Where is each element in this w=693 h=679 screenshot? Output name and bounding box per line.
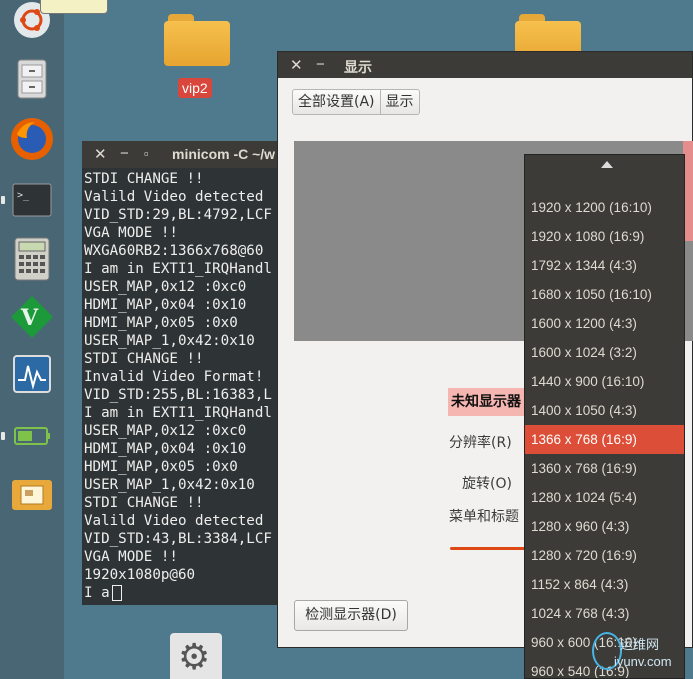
terminal-line: I am in EXTI1_IRQHandl (84, 405, 272, 421)
terminal-line: USER_MAP,0x12 :0xc0 (84, 279, 247, 295)
resolution-option[interactable]: 1920 x 1200 (16:10) (525, 193, 684, 222)
running-indicator (1, 432, 5, 440)
resolution-label: 分辨率(R) (449, 435, 512, 451)
system-settings-launcher[interactable]: ⚙ (170, 633, 222, 679)
breadcrumb: 全部设置(A) 显示 (292, 89, 420, 115)
terminal-line: 1920x1080p@60 (84, 567, 196, 583)
terminal-cursor (111, 585, 122, 601)
terminal-line: WXGA60RB2:1366x768@60 (84, 243, 264, 259)
resolution-option[interactable]: 1280 x 1024 (5:4) (525, 483, 684, 512)
battery-icon[interactable] (9, 414, 55, 460)
close-icon[interactable]: ✕ (290, 56, 303, 74)
resolution-option-selected[interactable]: 1366 x 768 (16:9) (525, 425, 684, 454)
terminal-title: minicom -C ~/w (172, 146, 276, 162)
terminal-icon[interactable]: >_ (9, 178, 55, 224)
resolution-option[interactable]: 1024 x 768 (4:3) (525, 599, 684, 628)
terminal-line: VGA MODE !! (84, 225, 178, 241)
terminal-line: Valild Video detected (84, 189, 264, 205)
terminal-output[interactable]: STDI CHANGE !! Valild Video detected VID_S… (84, 170, 290, 602)
folder-preview-icon[interactable] (9, 472, 55, 518)
resolution-option[interactable]: 1792 x 1344 (4:3) (525, 251, 684, 280)
resolution-option[interactable]: 1600 x 1200 (4:3) (525, 309, 684, 338)
terminal-line: VGA MODE !! (84, 549, 178, 565)
gvim-icon[interactable]: V (9, 294, 55, 340)
resolution-option[interactable]: 1920 x 1080 (16:9) (525, 222, 684, 251)
folder-label-vip2[interactable]: vip2 (178, 78, 212, 98)
terminal-line: VID_STD:43,BL:3384,LCF (84, 531, 272, 547)
terminal-titlebar[interactable]: ✕ − ▫ minicom -C ~/w (82, 141, 292, 168)
rotation-label: 旋转(O) (462, 476, 512, 492)
file-cabinet-icon[interactable] (9, 56, 55, 102)
running-indicator (1, 196, 5, 204)
close-icon[interactable]: ✕ (94, 145, 107, 163)
all-settings-button[interactable]: 全部设置(A) (293, 90, 380, 114)
terminal-line: VID_STD:255,BL:16383,L (84, 387, 272, 403)
dialog-titlebar[interactable]: ✕ − 显示 (278, 52, 692, 78)
svg-text:V: V (20, 305, 39, 331)
terminal-line: Valild Video detected (84, 513, 264, 529)
resolution-options: 1920 x 1200 (16:10) 1920 x 1080 (16:9) 179… (525, 193, 684, 678)
resolution-option[interactable]: 1600 x 1024 (3:2) (525, 338, 684, 367)
terminal-line: I a (84, 584, 290, 602)
terminal-line: HDMI_MAP,0x05 :0x0 (84, 315, 238, 331)
terminal-line: I am in EXTI1_IRQHandl (84, 261, 272, 277)
scale-slider[interactable] (450, 547, 530, 550)
watermark-line2: iyunv.com (614, 654, 672, 669)
resolution-option[interactable]: 1152 x 864 (4:3) (525, 570, 684, 599)
watermark-line1: 运维网 (620, 637, 660, 652)
resolution-option[interactable]: 1280 x 960 (4:3) (525, 512, 684, 541)
detect-displays-button[interactable]: 检测显示器(D) (294, 600, 408, 631)
launcher: >_ V (0, 0, 108, 679)
launcher-tooltip (40, 0, 108, 14)
scroll-up-icon[interactable] (601, 161, 613, 168)
system-monitor-icon[interactable] (9, 352, 55, 398)
terminal-line: STDI CHANGE !! (84, 351, 204, 367)
minimize-icon[interactable]: − (120, 145, 129, 162)
calculator-icon[interactable] (9, 236, 55, 282)
resolution-dropdown[interactable]: 1920 x 1200 (16:10) 1920 x 1080 (16:9) 179… (524, 154, 685, 679)
menu-title-label: 菜单和标题 (449, 509, 519, 525)
resolution-option[interactable]: 1400 x 1050 (4:3) (525, 396, 684, 425)
terminal-line: STDI CHANGE !! (84, 171, 204, 187)
terminal-window[interactable]: ✕ − ▫ minicom -C ~/w STDI CHANGE !! Valil… (82, 141, 292, 605)
firefox-icon[interactable] (9, 116, 55, 162)
terminal-line: VID_STD:29,BL:4792,LCF (84, 207, 272, 223)
gear-icon: ⚙ (178, 637, 211, 678)
terminal-line: USER_MAP_1,0x42:0x10 (84, 333, 255, 349)
minimize-icon[interactable]: − (316, 56, 325, 73)
terminal-line: HDMI_MAP,0x04 :0x10 (84, 297, 247, 313)
svg-text:>_: >_ (17, 190, 30, 201)
display-breadcrumb-button[interactable]: 显示 (379, 90, 419, 114)
terminal-line: USER_MAP_1,0x42:0x10 (84, 477, 255, 493)
folder-icon[interactable] (164, 14, 230, 66)
resolution-option[interactable]: 1440 x 900 (16:10) (525, 367, 684, 396)
terminal-line: STDI CHANGE !! (84, 495, 204, 511)
dialog-title: 显示 (344, 59, 372, 75)
terminal-line: USER_MAP,0x12 :0xc0 (84, 423, 247, 439)
terminal-line: Invalid Video Format! (84, 369, 264, 385)
resolution-option[interactable]: 1360 x 768 (16:9) (525, 454, 684, 483)
terminal-line: HDMI_MAP,0x05 :0x0 (84, 459, 238, 475)
resolution-option[interactable]: 1280 x 720 (16:9) (525, 541, 684, 570)
maximize-icon[interactable]: ▫ (144, 146, 149, 161)
resolution-option[interactable]: 1680 x 1050 (16:10) (525, 280, 684, 309)
monitor-name: 未知显示器 (448, 388, 524, 416)
terminal-line: HDMI_MAP,0x04 :0x10 (84, 441, 247, 457)
